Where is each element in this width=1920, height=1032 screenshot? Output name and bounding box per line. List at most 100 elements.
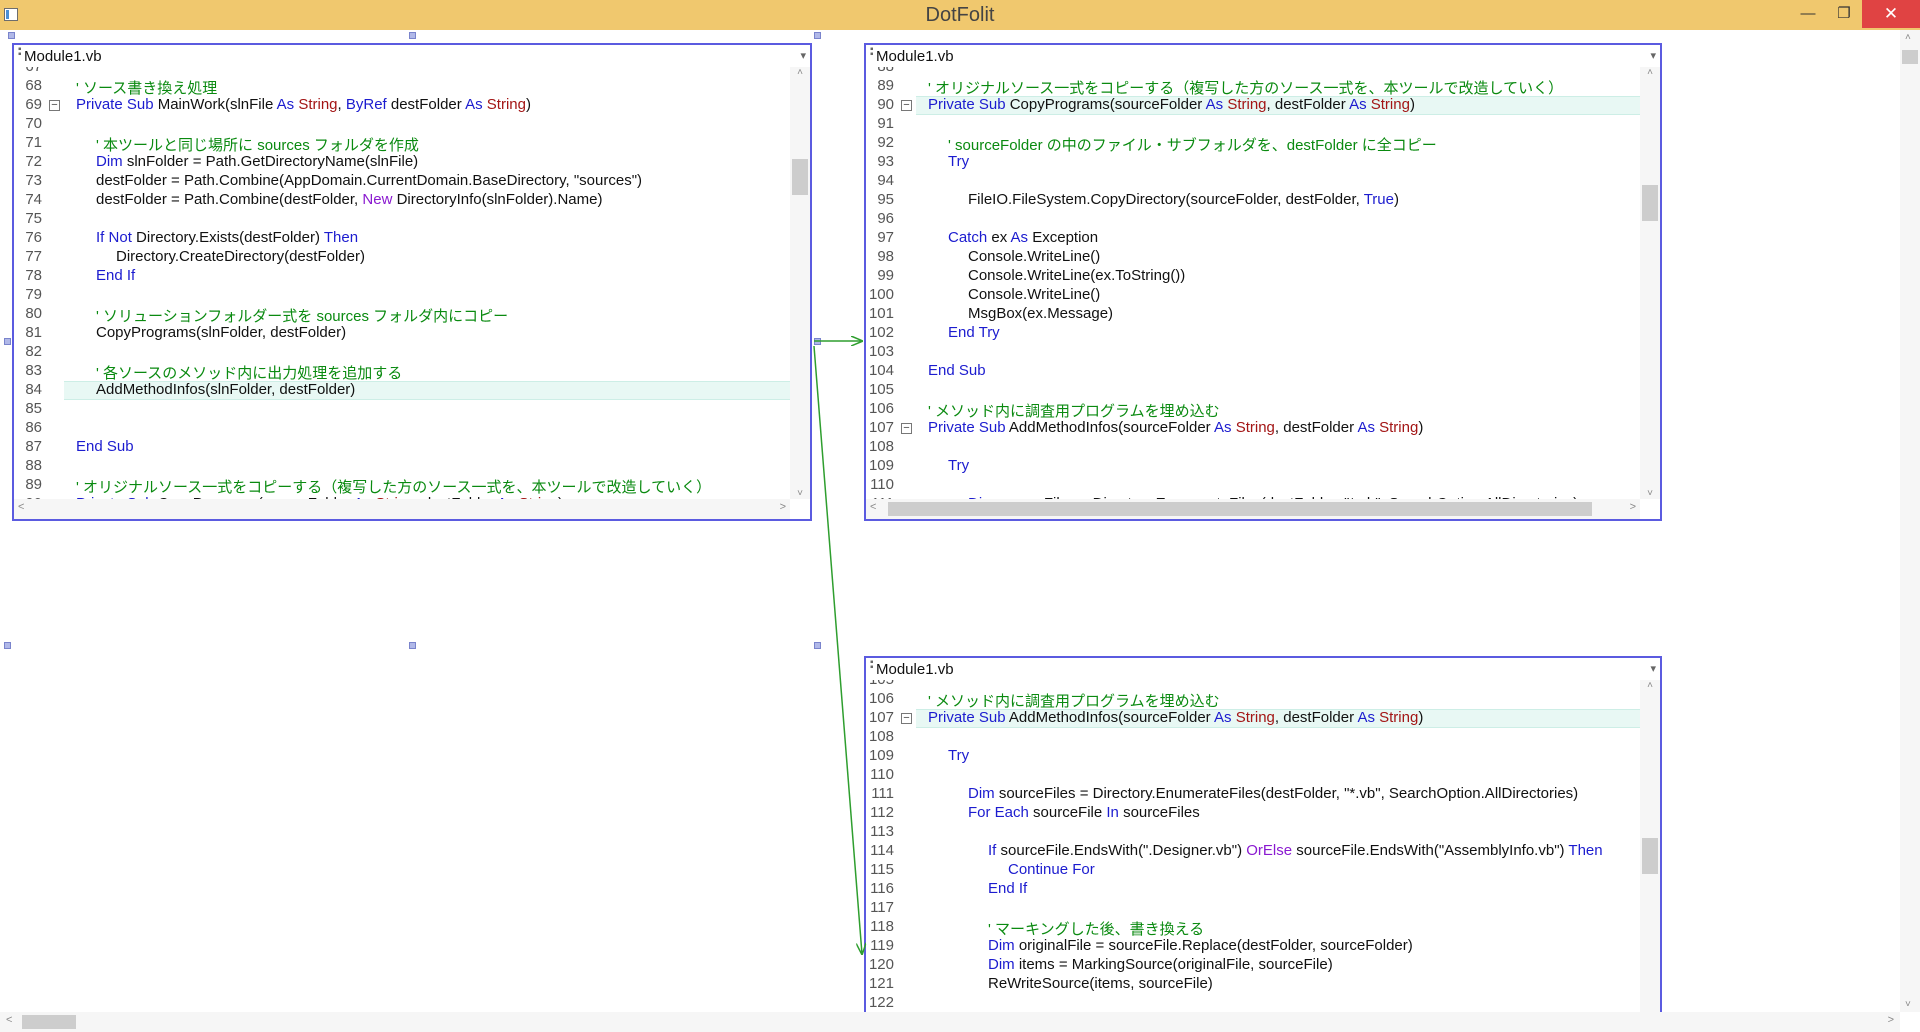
code-line[interactable]: 109 Try: [866, 747, 1640, 766]
code-text[interactable]: Catch ex As Exception: [948, 229, 1098, 246]
resize-handle[interactable]: [814, 642, 821, 649]
code-text[interactable]: End Sub: [928, 362, 986, 379]
code-line[interactable]: 88: [866, 67, 1640, 77]
code-text[interactable]: Try: [948, 153, 969, 170]
code-line[interactable]: 78 End If: [14, 267, 790, 286]
window-vertical-scrollbar[interactable]: ˄ ˅: [1900, 30, 1920, 1012]
code-text[interactable]: ' メソッド内に調査用プログラムを埋め込む: [928, 400, 1220, 421]
fold-toggle-icon[interactable]: −: [49, 100, 60, 111]
code-text[interactable]: Private Sub AddMethodInfos(sourceFolder …: [928, 419, 1423, 436]
code-line[interactable]: 115 Continue For: [866, 861, 1640, 880]
maximize-button[interactable]: ❐: [1826, 0, 1862, 28]
code-line[interactable]: 107− Private Sub AddMethodInfos(sourceFol…: [866, 709, 1640, 728]
code-editor-copy-programs[interactable]: ▪▪ Module1.vb ▾ 88 89 ' オリジナルソース一式をコピーする（複…: [864, 43, 1662, 521]
scroll-down-icon[interactable]: ˅: [790, 488, 810, 499]
code-line[interactable]: 112 For Each sourceFile In sourceFiles: [866, 804, 1640, 823]
code-text[interactable]: Dim originalFile = sourceFile.Replace(de…: [988, 937, 1413, 954]
code-line[interactable]: 81 CopyPrograms(slnFolder, destFolder): [14, 324, 790, 343]
code-line[interactable]: 116 End If: [866, 880, 1640, 899]
code-line[interactable]: 117: [866, 899, 1640, 918]
code-line[interactable]: 100 Console.WriteLine(): [866, 286, 1640, 305]
code-text[interactable]: Console.WriteLine(ex.ToString()): [968, 267, 1185, 284]
code-line[interactable]: 121 ReWriteSource(items, sourceFile): [866, 975, 1640, 994]
code-line[interactable]: 89 ' オリジナルソース一式をコピーする（複写した方のソース一式を、本ツールで改…: [866, 77, 1640, 98]
code-line[interactable]: 87 End Sub: [14, 438, 790, 457]
code-line[interactable]: 94: [866, 172, 1640, 191]
code-line[interactable]: 110: [866, 476, 1640, 495]
code-line[interactable]: 96: [866, 210, 1640, 229]
code-line[interactable]: 84 AddMethodInfos(slnFolder, destFolder): [14, 381, 790, 400]
code-text[interactable]: End Sub: [76, 438, 134, 455]
code-line[interactable]: 80 ' ソリューションフォルダー式を sources フォルダ内にコピー: [14, 305, 790, 325]
code-line[interactable]: 118 ' マーキングした後、書き換える: [866, 918, 1640, 939]
code-text[interactable]: Dim sourceFiles = Directory.EnumerateFil…: [968, 785, 1578, 802]
editor-body[interactable]: 105 106 ' メソッド内に調査用プログラムを埋め込む 107− Private S…: [866, 680, 1640, 1030]
resize-handle[interactable]: [409, 642, 416, 649]
code-line[interactable]: 97 Catch ex As Exception: [866, 229, 1640, 248]
code-text[interactable]: ' sourceFolder の中のファイル・サブフォルダを、destFolde…: [948, 134, 1437, 155]
code-text[interactable]: ' オリジナルソース一式をコピーする（複写した方のソース一式を、本ツールで改造し…: [928, 77, 1563, 98]
scroll-up-icon[interactable]: ˄: [1905, 32, 1911, 43]
code-text[interactable]: Try: [948, 747, 969, 764]
code-line[interactable]: 106 ' メソッド内に調査用プログラムを埋め込む: [866, 400, 1640, 421]
dropdown-arrow-icon[interactable]: ▾: [1650, 662, 1656, 675]
editor-header[interactable]: ▪ ▪ Module1.vb ▾: [866, 45, 1660, 67]
code-line[interactable]: 79: [14, 286, 790, 305]
code-text[interactable]: Continue For: [1008, 861, 1095, 878]
minimize-button[interactable]: —: [1790, 0, 1826, 28]
code-text[interactable]: AddMethodInfos(slnFolder, destFolder): [96, 381, 355, 398]
scroll-left-icon[interactable]: ˂: [18, 501, 24, 513]
editor-header[interactable]: ▪ ▪ Module1.vb ▾: [866, 658, 1660, 680]
code-line[interactable]: 122: [866, 994, 1640, 1013]
scroll-down-icon[interactable]: ˅: [1905, 999, 1911, 1010]
code-line[interactable]: 109 Try: [866, 457, 1640, 476]
close-button[interactable]: ✕: [1862, 0, 1920, 28]
drag-grip-icon[interactable]: ▪ ▪: [870, 658, 874, 673]
code-text[interactable]: CopyPrograms(slnFolder, destFolder): [96, 324, 346, 341]
code-text[interactable]: destFolder = Path.Combine(AppDomain.Curr…: [96, 172, 642, 189]
code-text[interactable]: ' 本ツールと同じ場所に sources フォルダを作成: [96, 134, 419, 155]
code-text[interactable]: Dim slnFolder = Path.GetDirectoryName(sl…: [96, 153, 418, 170]
code-line[interactable]: 67: [14, 67, 790, 77]
code-line[interactable]: 70: [14, 115, 790, 134]
code-line[interactable]: 77 Directory.CreateDirectory(destFolder): [14, 248, 790, 267]
code-line[interactable]: 73 destFolder = Path.Combine(AppDomain.Cu…: [14, 172, 790, 191]
code-line[interactable]: 86: [14, 419, 790, 438]
vertical-scrollbar[interactable]: ˄ ˅: [1640, 67, 1660, 499]
scrollbar-thumb[interactable]: [888, 502, 1592, 516]
code-editor-main-work[interactable]: ▪▪ Module1.vb ▾ 67 68 ' ソース書き換え処理 69− Privat…: [12, 43, 812, 521]
code-line[interactable]: 103: [866, 343, 1640, 362]
scroll-right-icon[interactable]: ˃: [1888, 1014, 1894, 1026]
fold-toggle-icon[interactable]: −: [901, 423, 912, 434]
code-line[interactable]: 114 If sourceFile.EndsWith(".Designer.vb"…: [866, 842, 1640, 861]
code-line[interactable]: 104 End Sub: [866, 362, 1640, 381]
code-line[interactable]: 95 FileIO.FileSystem.CopyDirectory(source…: [866, 191, 1640, 210]
code-line[interactable]: 99 Console.WriteLine(ex.ToString()): [866, 267, 1640, 286]
code-line[interactable]: 71 ' 本ツールと同じ場所に sources フォルダを作成: [14, 134, 790, 155]
code-text[interactable]: ' メソッド内に調査用プログラムを埋め込む: [928, 690, 1220, 711]
code-line[interactable]: 85: [14, 400, 790, 419]
resize-handle[interactable]: [4, 338, 11, 345]
code-text[interactable]: Private Sub MainWork(slnFile As String, …: [76, 96, 531, 113]
vertical-scrollbar[interactable]: ˄: [1640, 680, 1660, 1030]
scroll-up-icon[interactable]: ˄: [1640, 67, 1660, 78]
resize-handle[interactable]: [8, 32, 15, 39]
code-text[interactable]: ' マーキングした後、書き換える: [988, 918, 1204, 939]
fold-toggle-icon[interactable]: −: [901, 100, 912, 111]
code-text[interactable]: Console.WriteLine(): [968, 286, 1100, 303]
code-line[interactable]: 120 Dim items = MarkingSource(originalFil…: [866, 956, 1640, 975]
dropdown-arrow-icon[interactable]: ▾: [1650, 49, 1656, 62]
code-line[interactable]: 108: [866, 728, 1640, 747]
resize-handle[interactable]: [814, 338, 821, 345]
code-line[interactable]: 105: [866, 381, 1640, 400]
editor-body[interactable]: 67 68 ' ソース書き換え処理 69− Private Sub MainWork(s…: [14, 67, 790, 499]
scroll-right-icon[interactable]: ˃: [1630, 501, 1636, 513]
code-line[interactable]: 82: [14, 343, 790, 362]
code-text[interactable]: FileIO.FileSystem.CopyDirectory(sourceFo…: [968, 191, 1399, 208]
code-line[interactable]: 75: [14, 210, 790, 229]
scrollbar-thumb[interactable]: [792, 159, 808, 195]
scroll-left-icon[interactable]: ˂: [870, 501, 876, 513]
code-text[interactable]: Try: [948, 457, 969, 474]
code-line[interactable]: 76 If Not Directory.Exists(destFolder) Th…: [14, 229, 790, 248]
code-text[interactable]: End Try: [948, 324, 1000, 341]
